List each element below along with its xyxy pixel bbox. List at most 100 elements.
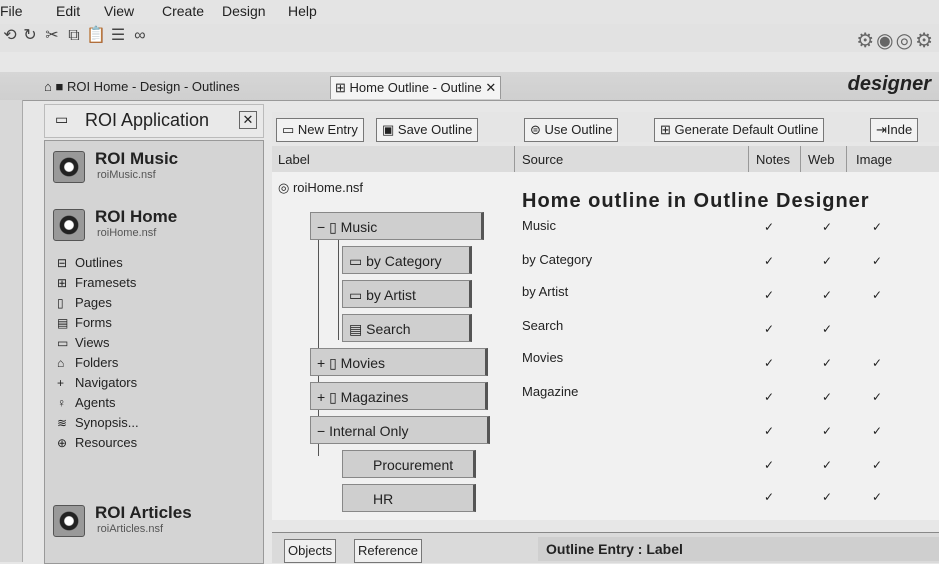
image-check: ✓ [872, 288, 883, 302]
db-file: roiHome.nsf [97, 227, 157, 239]
new-entry-button[interactable]: ▭ New Entry [276, 118, 364, 142]
save-outline-button[interactable]: ▣ Save Outline [376, 118, 479, 142]
save-icon: ▣ [382, 122, 398, 137]
design-folders[interactable]: ⌂ Folders [57, 355, 118, 370]
col-web[interactable]: Web [808, 152, 835, 167]
expand-icon[interactable]: + [317, 389, 329, 405]
new-entry-icon: ▭ [282, 122, 298, 137]
tab-objects[interactable]: Objects [284, 539, 337, 563]
generate-default-outline-button[interactable]: ⊞ Generate Default Outline [654, 118, 825, 142]
close-icon[interactable]: ✕ [239, 111, 257, 129]
source-cell: by Artist [522, 284, 569, 299]
tab-bar: ⌂ ■ ROI Home - Design - Outlines ⊞ Home … [0, 72, 939, 101]
copy-icon[interactable]: ⧉ [64, 26, 84, 46]
design-outlines[interactable]: ⊟ Outlines [57, 255, 123, 270]
root-db-item[interactable]: ◎ roiHome.nsf [278, 180, 363, 196]
database-icon [53, 505, 85, 537]
indent-button[interactable]: ⇥Inde [870, 118, 919, 142]
design-item-label: Forms [75, 315, 112, 330]
cut-icon[interactable]: ✂ [42, 26, 62, 46]
notes-check: ✓ [764, 356, 775, 370]
outline-entry-by-artist[interactable]: ▭ by Artist [342, 280, 472, 308]
menu-help[interactable]: Help [288, 3, 317, 19]
use-outline-icon: ⊜ [530, 122, 545, 137]
toolbar-right-icons[interactable]: ⚙◉◎⚙ [856, 28, 935, 53]
web-check: ✓ [822, 254, 833, 268]
source-cell: Magazine [522, 384, 579, 399]
menu-bar: File Edit View Create Design Help [0, 0, 939, 24]
db-item-roi-articles[interactable]: ROI Articles roiArticles.nsf [49, 501, 255, 545]
outline-entry-music[interactable]: − ▯ Music [310, 212, 484, 240]
design-navigators[interactable]: + Navigators [57, 375, 137, 390]
web-check: ✓ [822, 424, 833, 438]
outline-entry-movies[interactable]: + ▯ Movies [310, 348, 488, 376]
outline-icon: ⊟ [57, 256, 68, 270]
use-outline-button[interactable]: ⊜ Use Outline [524, 118, 619, 142]
tab-home-design[interactable]: ⌂ ■ ROI Home - Design - Outlines [40, 76, 244, 98]
menu-view[interactable]: View [104, 3, 134, 19]
col-notes[interactable]: Notes [756, 152, 790, 167]
col-image[interactable]: Image [856, 152, 892, 167]
outline-action-bar: ▭ New Entry ▣ Save Outline ⊜ Use Outline… [272, 112, 939, 142]
menu-design[interactable]: Design [222, 3, 266, 19]
design-resources[interactable]: ⊕ Resources [57, 435, 137, 450]
close-tab-icon[interactable]: ✕ [485, 80, 496, 95]
tab-home-label: ROI Home - Design - Outlines [66, 79, 240, 94]
notes-check: ✓ [764, 390, 775, 404]
design-agents[interactable]: ♀ Agents [57, 395, 115, 410]
menu-file[interactable]: File [0, 3, 23, 19]
back-icon[interactable]: ⟲ [0, 26, 20, 46]
expand-icon[interactable]: − [317, 219, 329, 235]
design-framesets[interactable]: ⊞ Framesets [57, 275, 136, 290]
outline-entry-procurement[interactable]: Procurement [342, 450, 476, 478]
db-title: ROI Home [95, 207, 178, 226]
tab-home-outline[interactable]: ⊞ Home Outline - Outline ✕ [330, 76, 502, 99]
outline-entry-by-category[interactable]: ▭ by Category [342, 246, 472, 274]
design-synopsis[interactable]: ≋ Synopsis... [57, 415, 139, 430]
design-forms[interactable]: ▤ Forms [57, 315, 112, 330]
db-title: ROI Music [95, 149, 179, 168]
design-item-label: Folders [75, 355, 119, 370]
outline-entry-hr[interactable]: HR [342, 484, 476, 512]
web-check: ✓ [822, 490, 833, 504]
menu-edit[interactable]: Edit [56, 3, 80, 19]
entry-label: Internal Only [329, 423, 409, 439]
source-cell: by Category [522, 252, 593, 267]
paste-icon[interactable]: 📋 [86, 26, 106, 46]
link-icon[interactable]: ∞ [130, 26, 150, 46]
db-title: ROI Articles [95, 503, 192, 522]
web-check: ✓ [822, 220, 833, 234]
design-pages[interactable]: ▯ Pages [57, 295, 112, 310]
database-icon [53, 151, 85, 183]
db-item-roi-home[interactable]: ROI Home roiHome.nsf [49, 205, 255, 249]
generate-outline-label: Generate Default Outline [674, 122, 819, 137]
collapse-icon[interactable]: − [317, 423, 329, 439]
home-icon: ⌂ [44, 79, 56, 94]
design-views[interactable]: ▭ Views [57, 335, 109, 350]
page-icon: ▯ [329, 389, 341, 405]
image-check: ✓ [872, 356, 883, 370]
resources-icon: ⊕ [57, 436, 68, 450]
refresh-icon[interactable]: ↻ [20, 26, 40, 46]
app-title: ROI Application [85, 110, 210, 130]
notes-check: ✓ [764, 490, 775, 504]
outline-grid: ◎ roiHome.nsf Home outline in Outline De… [272, 172, 939, 520]
source-cell: Music [522, 218, 556, 233]
expand-icon[interactable]: + [317, 355, 329, 371]
properties-icon[interactable]: ☰ [108, 26, 128, 46]
outline-entry-magazines[interactable]: + ▯ Magazines [310, 382, 488, 410]
image-check: ✓ [872, 390, 883, 404]
entry-label: by Category [366, 253, 442, 269]
outline-entry-internal-only[interactable]: − Internal Only [310, 416, 490, 444]
new-entry-label: New Entry [297, 122, 358, 137]
menu-create[interactable]: Create [162, 3, 204, 19]
db-item-roi-music[interactable]: ROI Music roiMusic.nsf [49, 147, 255, 187]
web-check: ✓ [822, 322, 833, 336]
col-source[interactable]: Source [522, 152, 563, 167]
entry-label: Movies [340, 355, 386, 371]
db-file: roiArticles.nsf [97, 523, 164, 535]
col-label[interactable]: Label [278, 152, 310, 167]
panel-menu-icon[interactable]: ▭ [55, 111, 68, 128]
outline-entry-search[interactable]: ▤ Search [342, 314, 472, 342]
tab-reference[interactable]: Reference [354, 539, 422, 563]
